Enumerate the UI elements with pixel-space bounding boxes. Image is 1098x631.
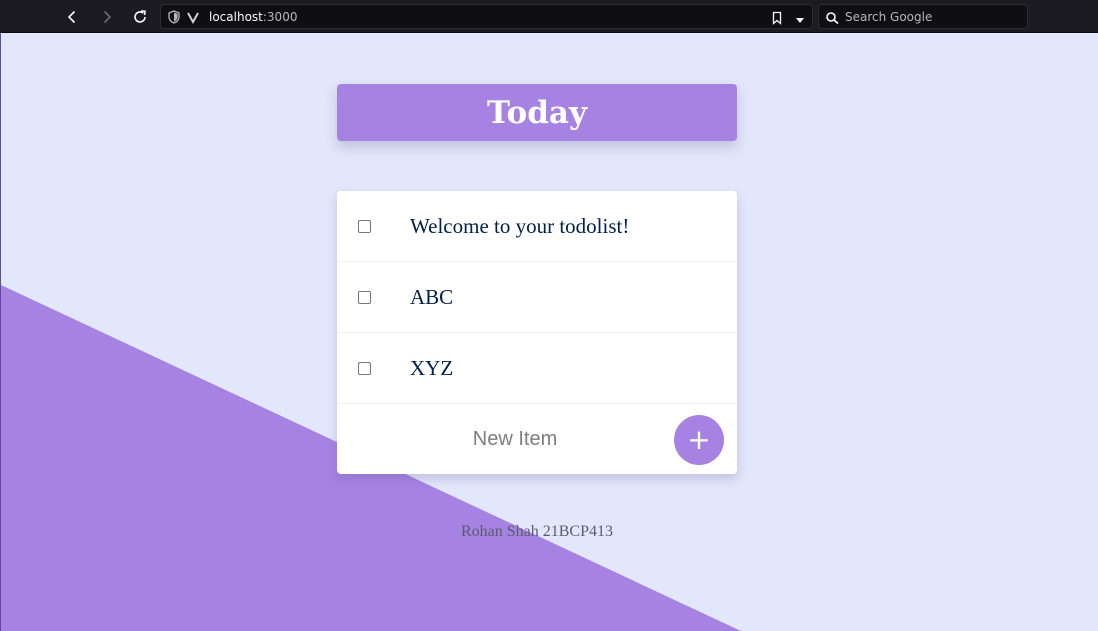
dropdown-icon[interactable] — [794, 11, 806, 23]
page-title: Today — [487, 94, 587, 131]
item-checkbox[interactable] — [358, 220, 371, 233]
search-bar[interactable]: Search Google — [818, 4, 1028, 29]
url-port: :3000 — [262, 10, 298, 24]
url-text[interactable]: localhost:3000 — [209, 9, 297, 25]
item-label: Welcome to your todolist! — [410, 214, 630, 238]
page-content: Today Welcome to your todolist! ABC XYZ … — [0, 33, 1098, 631]
search-placeholder: Search Google — [845, 10, 933, 24]
item-label: ABC — [410, 285, 454, 309]
back-icon — [67, 10, 76, 24]
heading-box: Today — [337, 84, 737, 141]
footer-text: Rohan Shah 21BCP413 — [460, 523, 613, 540]
new-item-input[interactable] — [357, 422, 673, 456]
back-button[interactable] — [61, 6, 83, 28]
list-item: XYZ — [337, 333, 737, 404]
item-checkbox[interactable] — [358, 362, 371, 375]
url-host: localhost — [209, 10, 263, 24]
reload-button[interactable] — [129, 6, 151, 28]
v-logo-icon — [186, 10, 200, 24]
shield-icon[interactable] — [167, 10, 181, 24]
browser-toolbar: localhost:3000 Search Google — [0, 0, 1098, 33]
new-item-row: + — [337, 404, 737, 474]
address-bar[interactable]: localhost:3000 — [160, 4, 813, 29]
bookmark-icon[interactable] — [770, 10, 784, 25]
add-item-button[interactable]: + — [674, 415, 724, 465]
reload-icon — [134, 10, 146, 23]
list-item: Welcome to your todolist! — [337, 191, 737, 262]
forward-icon — [103, 10, 112, 24]
forward-button[interactable] — [96, 6, 118, 28]
item-label: XYZ — [410, 356, 454, 380]
todo-list: Welcome to your todolist! ABC XYZ + — [337, 191, 737, 474]
item-checkbox[interactable] — [358, 291, 371, 304]
search-icon — [825, 10, 841, 25]
list-item: ABC — [337, 262, 737, 333]
